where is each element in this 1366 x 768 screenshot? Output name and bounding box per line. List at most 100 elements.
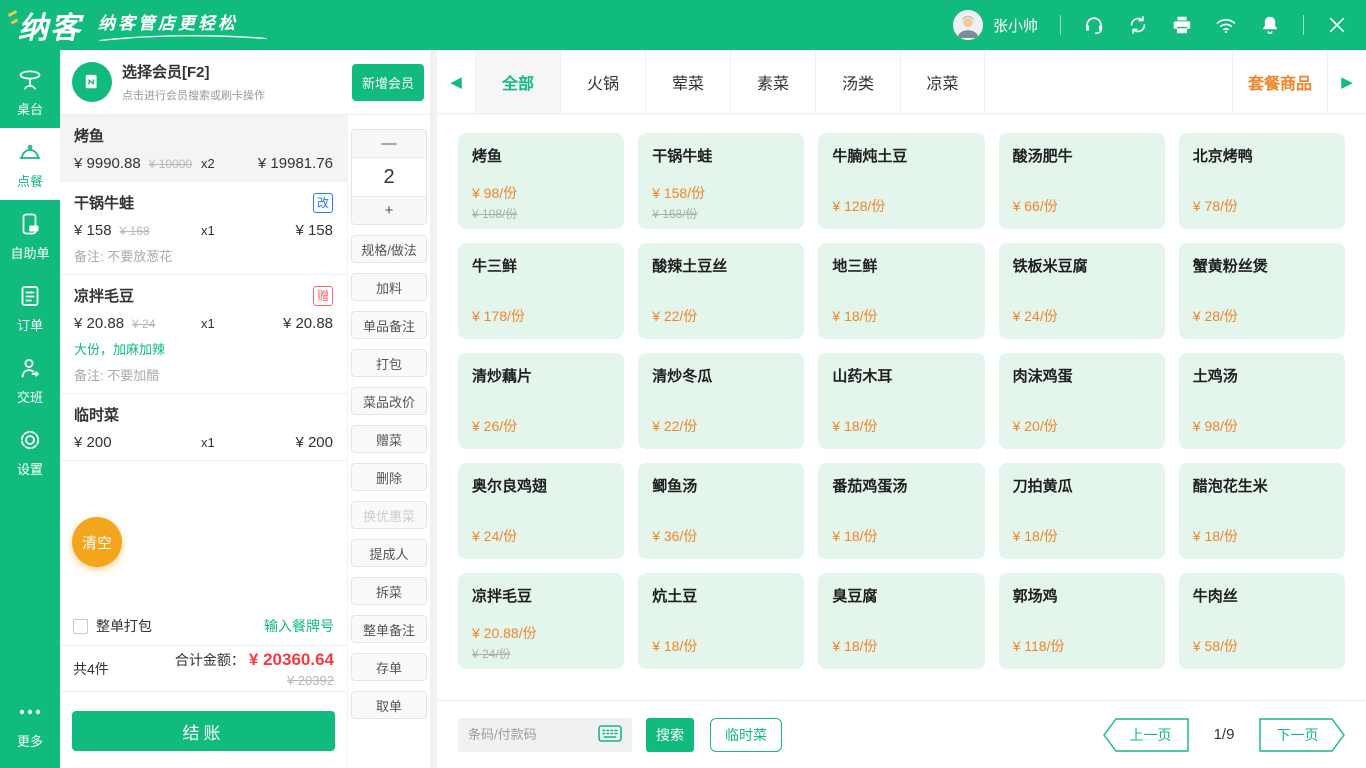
sync-icon[interactable] <box>1127 14 1149 36</box>
menu-item[interactable]: 酸汤肥牛¥ 66/份 <box>999 133 1165 229</box>
action-gift-dish-button[interactable]: 赠菜 <box>351 425 427 453</box>
action-spec-method-button[interactable]: 规格/做法 <box>351 235 427 263</box>
sidebar-item-shift[interactable]: 交班 <box>0 344 60 416</box>
menu-item[interactable]: 臭豆腐¥ 18/份 <box>818 573 984 669</box>
menu-item[interactable]: 北京烤鸭¥ 78/份 <box>1179 133 1345 229</box>
menu-item[interactable]: 清炒藕片¥ 26/份 <box>458 353 624 449</box>
next-page-button[interactable]: 下一页 <box>1259 718 1345 752</box>
menu-item[interactable]: 酸辣土豆丝¥ 22/份 <box>638 243 804 339</box>
action-split-dish-button[interactable]: 拆菜 <box>351 577 427 605</box>
order-item-modifiers: 大份，加麻加辣 <box>74 339 333 358</box>
sidebar-item-settings[interactable]: 设置 <box>0 416 60 488</box>
temp-dish-button[interactable]: 临时菜 <box>710 718 782 752</box>
search-button[interactable]: 搜索 <box>646 718 694 752</box>
gear-icon <box>17 427 43 453</box>
menu-item[interactable]: 番茄鸡蛋汤¥ 18/份 <box>818 463 984 559</box>
tabs-scroll-right-button[interactable]: ▶ <box>1328 50 1366 113</box>
enter-table-tag-link[interactable]: 输入餐牌号 <box>264 616 334 636</box>
order-item-total: ¥ 200 <box>253 434 333 451</box>
menu-item[interactable]: 山药木耳¥ 18/份 <box>818 353 984 449</box>
menu-item[interactable]: 铁板米豆腐¥ 24/份 <box>999 243 1165 339</box>
order-item[interactable]: 临时菜 ¥ 200 x1 ¥ 200 <box>60 394 347 461</box>
keyboard-icon[interactable] <box>598 725 622 745</box>
item-actions-column: — 2 + 规格/做法 加料 单品备注 打包 菜品改价 赠菜 删除 换优惠菜 提… <box>348 115 430 768</box>
sidebar-item-self-service[interactable]: 自助单 <box>0 200 60 272</box>
tab-meat[interactable]: 荤菜 <box>645 50 730 113</box>
avatar[interactable] <box>953 10 983 40</box>
clipboard-icon <box>17 283 43 309</box>
page-indicator: 1/9 <box>1189 726 1259 743</box>
tab-all[interactable]: 全部 <box>475 50 560 113</box>
edit-price-badge[interactable]: 改 <box>313 193 333 213</box>
menu-item[interactable]: 清炒冬瓜¥ 22/份 <box>638 353 804 449</box>
qty-minus-button[interactable]: — <box>352 130 426 158</box>
menu-item[interactable]: 干锅牛蛙¥ 158/份¥ 168/份 <box>638 133 804 229</box>
action-change-price-button[interactable]: 菜品改价 <box>351 387 427 415</box>
tab-cold-dish[interactable]: 凉菜 <box>900 50 985 113</box>
pack-label: 整单打包 <box>96 616 152 636</box>
bell-icon[interactable] <box>1259 14 1281 36</box>
menu-item[interactable]: 肉沫鸡蛋¥ 20/份 <box>999 353 1165 449</box>
order-item-original-price: ¥ 24 <box>132 317 155 331</box>
member-select-card[interactable]: 选择会员[F2] 点击进行会员搜索或刷卡操作 新增会员 <box>60 50 430 115</box>
add-member-button[interactable]: 新增会员 <box>352 64 424 101</box>
order-item[interactable]: 凉拌毛豆 赠 ¥ 20.88¥ 24 x1 ¥ 20.88 大份，加麻加辣 备注… <box>60 275 347 394</box>
gift-badge[interactable]: 赠 <box>313 286 333 306</box>
barcode-input[interactable] <box>468 727 598 742</box>
menu-region: ◀ 全部 火锅 荤菜 素菜 汤类 凉菜 套餐商品 ▶ 烤鱼¥ 98/份¥ 108… <box>437 50 1366 768</box>
checkout-button[interactable]: 结账 <box>72 711 335 751</box>
order-item-price: ¥ 9990.88 <box>74 155 141 172</box>
sidebar-item-tables[interactable]: 桌台 <box>0 56 60 128</box>
order-item[interactable]: 烤鱼 ¥ 9990.88¥ 10000 x2 ¥ 19981.76 <box>60 115 347 182</box>
action-add-ingredient-button[interactable]: 加料 <box>351 273 427 301</box>
order-item-price: ¥ 20.88 <box>74 315 124 332</box>
order-item-qty: x2 <box>201 156 253 171</box>
menu-item[interactable]: 醋泡花生米¥ 18/份 <box>1179 463 1345 559</box>
action-delete-button[interactable]: 删除 <box>351 463 427 491</box>
menu-item[interactable]: 烤鱼¥ 98/份¥ 108/份 <box>458 133 624 229</box>
support-headset-icon[interactable] <box>1083 14 1105 36</box>
menu-item[interactable]: 土鸡汤¥ 98/份 <box>1179 353 1345 449</box>
tabs-scroll-left-button[interactable]: ◀ <box>437 50 475 113</box>
order-item[interactable]: 干锅牛蛙 改 ¥ 158¥ 168 x1 ¥ 158 备注: 不要放葱花 <box>60 182 347 275</box>
menu-item[interactable]: 奥尔良鸡翅¥ 24/份 <box>458 463 624 559</box>
action-pack-button[interactable]: 打包 <box>351 349 427 377</box>
action-order-remark-button[interactable]: 整单备注 <box>351 615 427 643</box>
sidebar-item-label: 自助单 <box>10 243 49 262</box>
sidebar-item-more[interactable]: 更多 <box>0 688 60 760</box>
action-item-remark-button[interactable]: 单品备注 <box>351 311 427 339</box>
tab-hotpot[interactable]: 火锅 <box>560 50 645 113</box>
menu-item[interactable]: 刀拍黄瓜¥ 18/份 <box>999 463 1165 559</box>
menu-item[interactable]: 地三鲜¥ 18/份 <box>818 243 984 339</box>
menu-item[interactable]: 牛三鲜¥ 178/份 <box>458 243 624 339</box>
category-tabbar: ◀ 全部 火锅 荤菜 素菜 汤类 凉菜 套餐商品 ▶ <box>437 50 1366 114</box>
action-save-order-button[interactable]: 存单 <box>351 653 427 681</box>
menu-item[interactable]: 鲫鱼汤¥ 36/份 <box>638 463 804 559</box>
username[interactable]: 张小帅 <box>993 15 1038 36</box>
total-original: ¥ 20392 <box>175 673 334 688</box>
menu-item[interactable]: 蟹黄粉丝煲¥ 28/份 <box>1179 243 1345 339</box>
clear-order-button[interactable]: 清空 <box>72 517 122 567</box>
menu-item[interactable]: 牛腩炖土豆¥ 128/份 <box>818 133 984 229</box>
menu-item[interactable]: 郭场鸡¥ 118/份 <box>999 573 1165 669</box>
menu-item[interactable]: 牛肉丝¥ 58/份 <box>1179 573 1345 669</box>
menu-item[interactable]: 凉拌毛豆¥ 20.88/份¥ 24/份 <box>458 573 624 669</box>
member-subtitle: 点击进行会员搜索或刷卡操作 <box>122 87 265 103</box>
order-item-remark: 备注: 不要加醋 <box>74 365 333 384</box>
pack-whole-order-checkbox[interactable] <box>73 619 88 634</box>
close-icon[interactable] <box>1326 14 1348 36</box>
member-card-icon <box>72 62 112 102</box>
sidebar-item-order-food[interactable]: 点餐 <box>0 128 60 200</box>
item-count: 共4件 <box>73 659 109 679</box>
tab-vegetable[interactable]: 素菜 <box>730 50 815 113</box>
sidebar-item-orders[interactable]: 订单 <box>0 272 60 344</box>
printer-icon[interactable] <box>1171 14 1193 36</box>
tab-combo-products[interactable]: 套餐商品 <box>1232 50 1328 113</box>
action-retrieve-order-button[interactable]: 取单 <box>351 691 427 719</box>
qty-plus-button[interactable]: + <box>352 196 426 224</box>
action-commission-person-button[interactable]: 提成人 <box>351 539 427 567</box>
tab-soup[interactable]: 汤类 <box>815 50 900 113</box>
wifi-icon[interactable] <box>1215 14 1237 36</box>
menu-item[interactable]: 炕土豆¥ 18/份 <box>638 573 804 669</box>
prev-page-button[interactable]: 上一页 <box>1103 718 1189 752</box>
